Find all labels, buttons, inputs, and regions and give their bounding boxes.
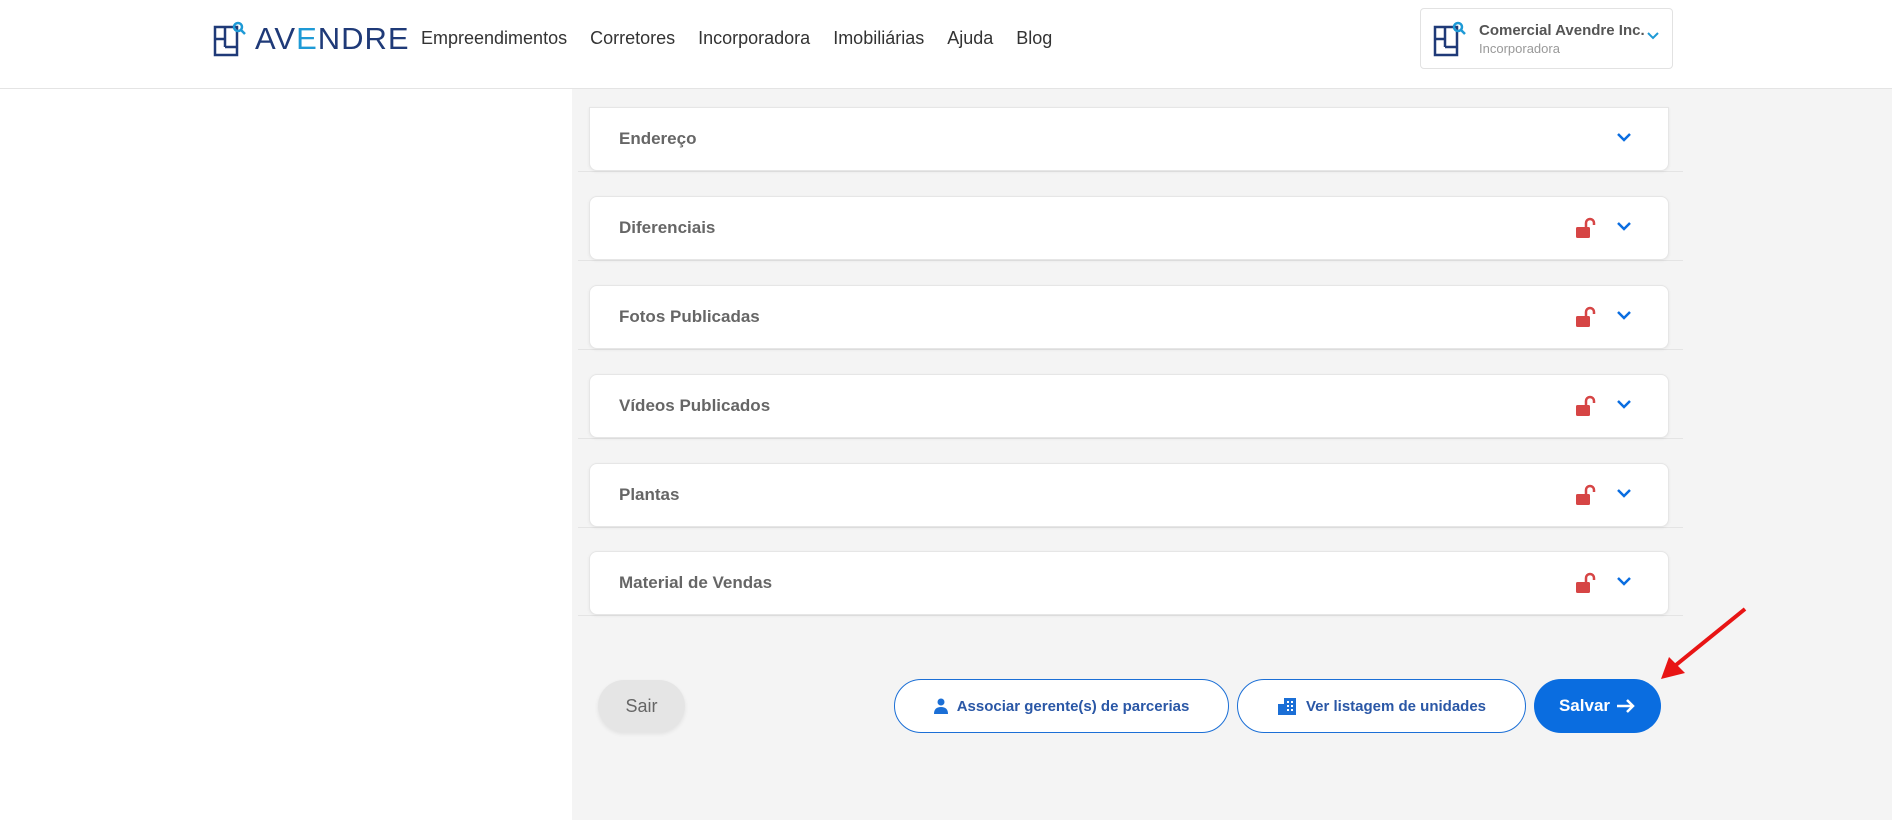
nav-imobiliarias[interactable]: Imobiliárias — [833, 28, 924, 49]
section-material-de-vendas[interactable]: Material de Vendas — [589, 551, 1669, 615]
section-divider — [578, 260, 1683, 261]
view-units-button[interactable]: Ver listagem de unidades — [1237, 679, 1526, 733]
section-title: Diferenciais — [619, 218, 716, 237]
person-icon — [933, 698, 948, 714]
nav-ajuda[interactable]: Ajuda — [947, 28, 993, 49]
logo-building-icon — [213, 21, 246, 57]
brand-name: AVENDRE — [255, 21, 410, 56]
section-divider — [578, 527, 1683, 528]
view-units-label: Ver listagem de unidades — [1305, 697, 1487, 715]
top-header: AVENDRE Empreendimentos Corretores Incor… — [0, 0, 1892, 89]
section-title: Endereço — [619, 129, 697, 148]
section-divider — [578, 615, 1683, 616]
section-plantas[interactable]: Plantas — [589, 463, 1669, 527]
chevron-down-icon[interactable] — [1616, 399, 1632, 410]
annotation-arrow-icon — [1661, 607, 1747, 679]
section-endereco[interactable]: Endereço — [589, 107, 1669, 171]
section-title: Plantas — [619, 485, 680, 504]
unlocked-padlock-icon — [1576, 572, 1596, 593]
nav-blog[interactable]: Blog — [1016, 28, 1052, 49]
section-videos-publicados[interactable]: Vídeos Publicados — [589, 374, 1669, 438]
unlocked-padlock-icon — [1576, 395, 1596, 416]
exit-button[interactable]: Sair — [598, 680, 685, 732]
unlocked-padlock-icon — [1576, 217, 1596, 238]
chevron-down-icon[interactable] — [1616, 576, 1632, 587]
section-divider — [578, 171, 1683, 172]
account-role: Incorporadora — [1479, 40, 1560, 56]
account-info: Comercial Avendre Inc. Incorporadora — [1479, 22, 1645, 56]
section-divider — [578, 349, 1683, 350]
section-divider — [578, 438, 1683, 439]
account-building-icon — [1433, 21, 1466, 56]
section-title: Vídeos Publicados — [619, 396, 771, 415]
chevron-down-icon[interactable] — [1616, 221, 1632, 232]
save-label: Salvar — [1558, 696, 1611, 715]
chevron-down-icon[interactable] — [1616, 310, 1632, 321]
building-icon — [1277, 698, 1296, 715]
section-title: Fotos Publicadas — [619, 307, 760, 326]
nav-corretores[interactable]: Corretores — [590, 28, 675, 49]
section-title: Material de Vendas — [619, 573, 773, 592]
section-fotos-publicadas[interactable]: Fotos Publicadas — [589, 285, 1669, 349]
associate-managers-button[interactable]: Associar gerente(s) de parcerias — [894, 679, 1229, 733]
main-nav: Empreendimentos Corretores Incorporadora… — [421, 28, 1052, 49]
chevron-down-icon[interactable] — [1616, 488, 1632, 499]
unlocked-padlock-icon — [1576, 484, 1596, 505]
save-button[interactable]: Salvar — [1534, 679, 1661, 733]
nav-incorporadora[interactable]: Incorporadora — [698, 28, 810, 49]
chevron-down-icon[interactable] — [1616, 132, 1632, 143]
unlocked-padlock-icon — [1576, 306, 1596, 327]
nav-empreendimentos[interactable]: Empreendimentos — [421, 28, 567, 49]
section-diferenciais[interactable]: Diferenciais — [589, 196, 1669, 260]
chevron-down-icon — [1647, 32, 1659, 40]
arrow-right-icon — [1617, 699, 1635, 713]
brand-logo[interactable]: AVENDRE — [213, 21, 410, 57]
associate-managers-label: Associar gerente(s) de parcerias — [956, 697, 1190, 715]
account-switcher[interactable]: Comercial Avendre Inc. Incorporadora — [1420, 8, 1673, 69]
account-name: Comercial Avendre Inc. — [1479, 21, 1645, 39]
